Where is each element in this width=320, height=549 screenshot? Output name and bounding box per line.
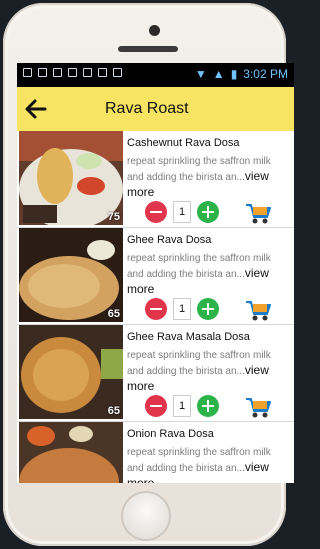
minus-icon[interactable] [145, 201, 167, 223]
cart-icon[interactable] [244, 298, 272, 322]
notification-icons [23, 68, 122, 77]
dish-name: Ghee Rava Dosa [127, 234, 212, 246]
status-time: 3:02 PM [243, 67, 288, 81]
minus-icon[interactable] [145, 298, 167, 320]
notification-icon [53, 68, 62, 77]
cart-icon[interactable] [244, 201, 272, 225]
earpiece [118, 46, 178, 52]
plus-icon[interactable] [197, 201, 219, 223]
status-right: ▼ ▲ ▮ 3:02 PM [195, 67, 288, 81]
dish-description: repeat sprinkling the saffron milk and a… [127, 446, 289, 483]
home-button[interactable] [121, 491, 171, 541]
notification-icon [23, 68, 32, 77]
dish-description: repeat sprinkling the saffron milk and a… [127, 155, 289, 201]
dish-description: repeat sprinkling the saffron milk and a… [127, 252, 289, 298]
wifi-icon: ▼ [194, 67, 207, 81]
plus-icon[interactable] [197, 298, 219, 320]
price-label: 75 [107, 211, 120, 223]
battery-icon: ▮ [230, 67, 238, 81]
screen: ▼ ▲ ▮ 3:02 PM Rava Roast 75 Cashewnut Ra… [17, 63, 294, 483]
back-arrow-icon[interactable] [25, 99, 47, 119]
dish-description: repeat sprinkling the saffron milk and a… [127, 349, 289, 395]
dish-name: Onion Rava Dosa [127, 428, 214, 440]
price-label: 65 [107, 405, 120, 417]
dish-image: 65 [19, 325, 123, 419]
minus-icon[interactable] [145, 395, 167, 417]
cart-icon[interactable] [244, 395, 272, 419]
page-title: Rava Roast [105, 100, 189, 117]
price-label: 65 [107, 308, 120, 320]
dish-image: 65 [19, 228, 123, 322]
quantity-field[interactable]: 1 [173, 395, 191, 417]
quantity-field[interactable]: 1 [173, 201, 191, 223]
list-item[interactable]: 65 Ghee Rava Dosa repeat sprinkling the … [17, 228, 294, 325]
list-item[interactable]: Onion Rava Dosa repeat sprinkling the sa… [17, 422, 294, 483]
dish-image: 75 [19, 131, 123, 225]
dish-image [19, 422, 123, 483]
dish-name: Cashewnut Rava Dosa [127, 137, 240, 149]
notification-icon [68, 68, 77, 77]
app-bar: Rava Roast [17, 87, 294, 131]
notification-icon [38, 68, 47, 77]
quantity-field[interactable]: 1 [173, 298, 191, 320]
quantity-stepper: 1 [145, 395, 219, 417]
notification-icon [98, 68, 107, 77]
quantity-stepper: 1 [145, 201, 219, 223]
notification-icon [113, 68, 122, 77]
phone-frame: ▼ ▲ ▮ 3:02 PM Rava Roast 75 Cashewnut Ra… [3, 3, 294, 546]
status-bar: ▼ ▲ ▮ 3:02 PM [17, 63, 294, 87]
quantity-stepper: 1 [145, 298, 219, 320]
menu-list: 75 Cashewnut Rava Dosa repeat sprinkling… [17, 131, 294, 483]
list-item[interactable]: 75 Cashewnut Rava Dosa repeat sprinkling… [17, 131, 294, 228]
signal-icon: ▲ [212, 67, 225, 81]
front-camera [149, 25, 160, 36]
plus-icon[interactable] [197, 395, 219, 417]
list-item[interactable]: 65 Ghee Rava Masala Dosa repeat sprinkli… [17, 325, 294, 422]
notification-icon [83, 68, 92, 77]
dish-name: Ghee Rava Masala Dosa [127, 331, 250, 343]
